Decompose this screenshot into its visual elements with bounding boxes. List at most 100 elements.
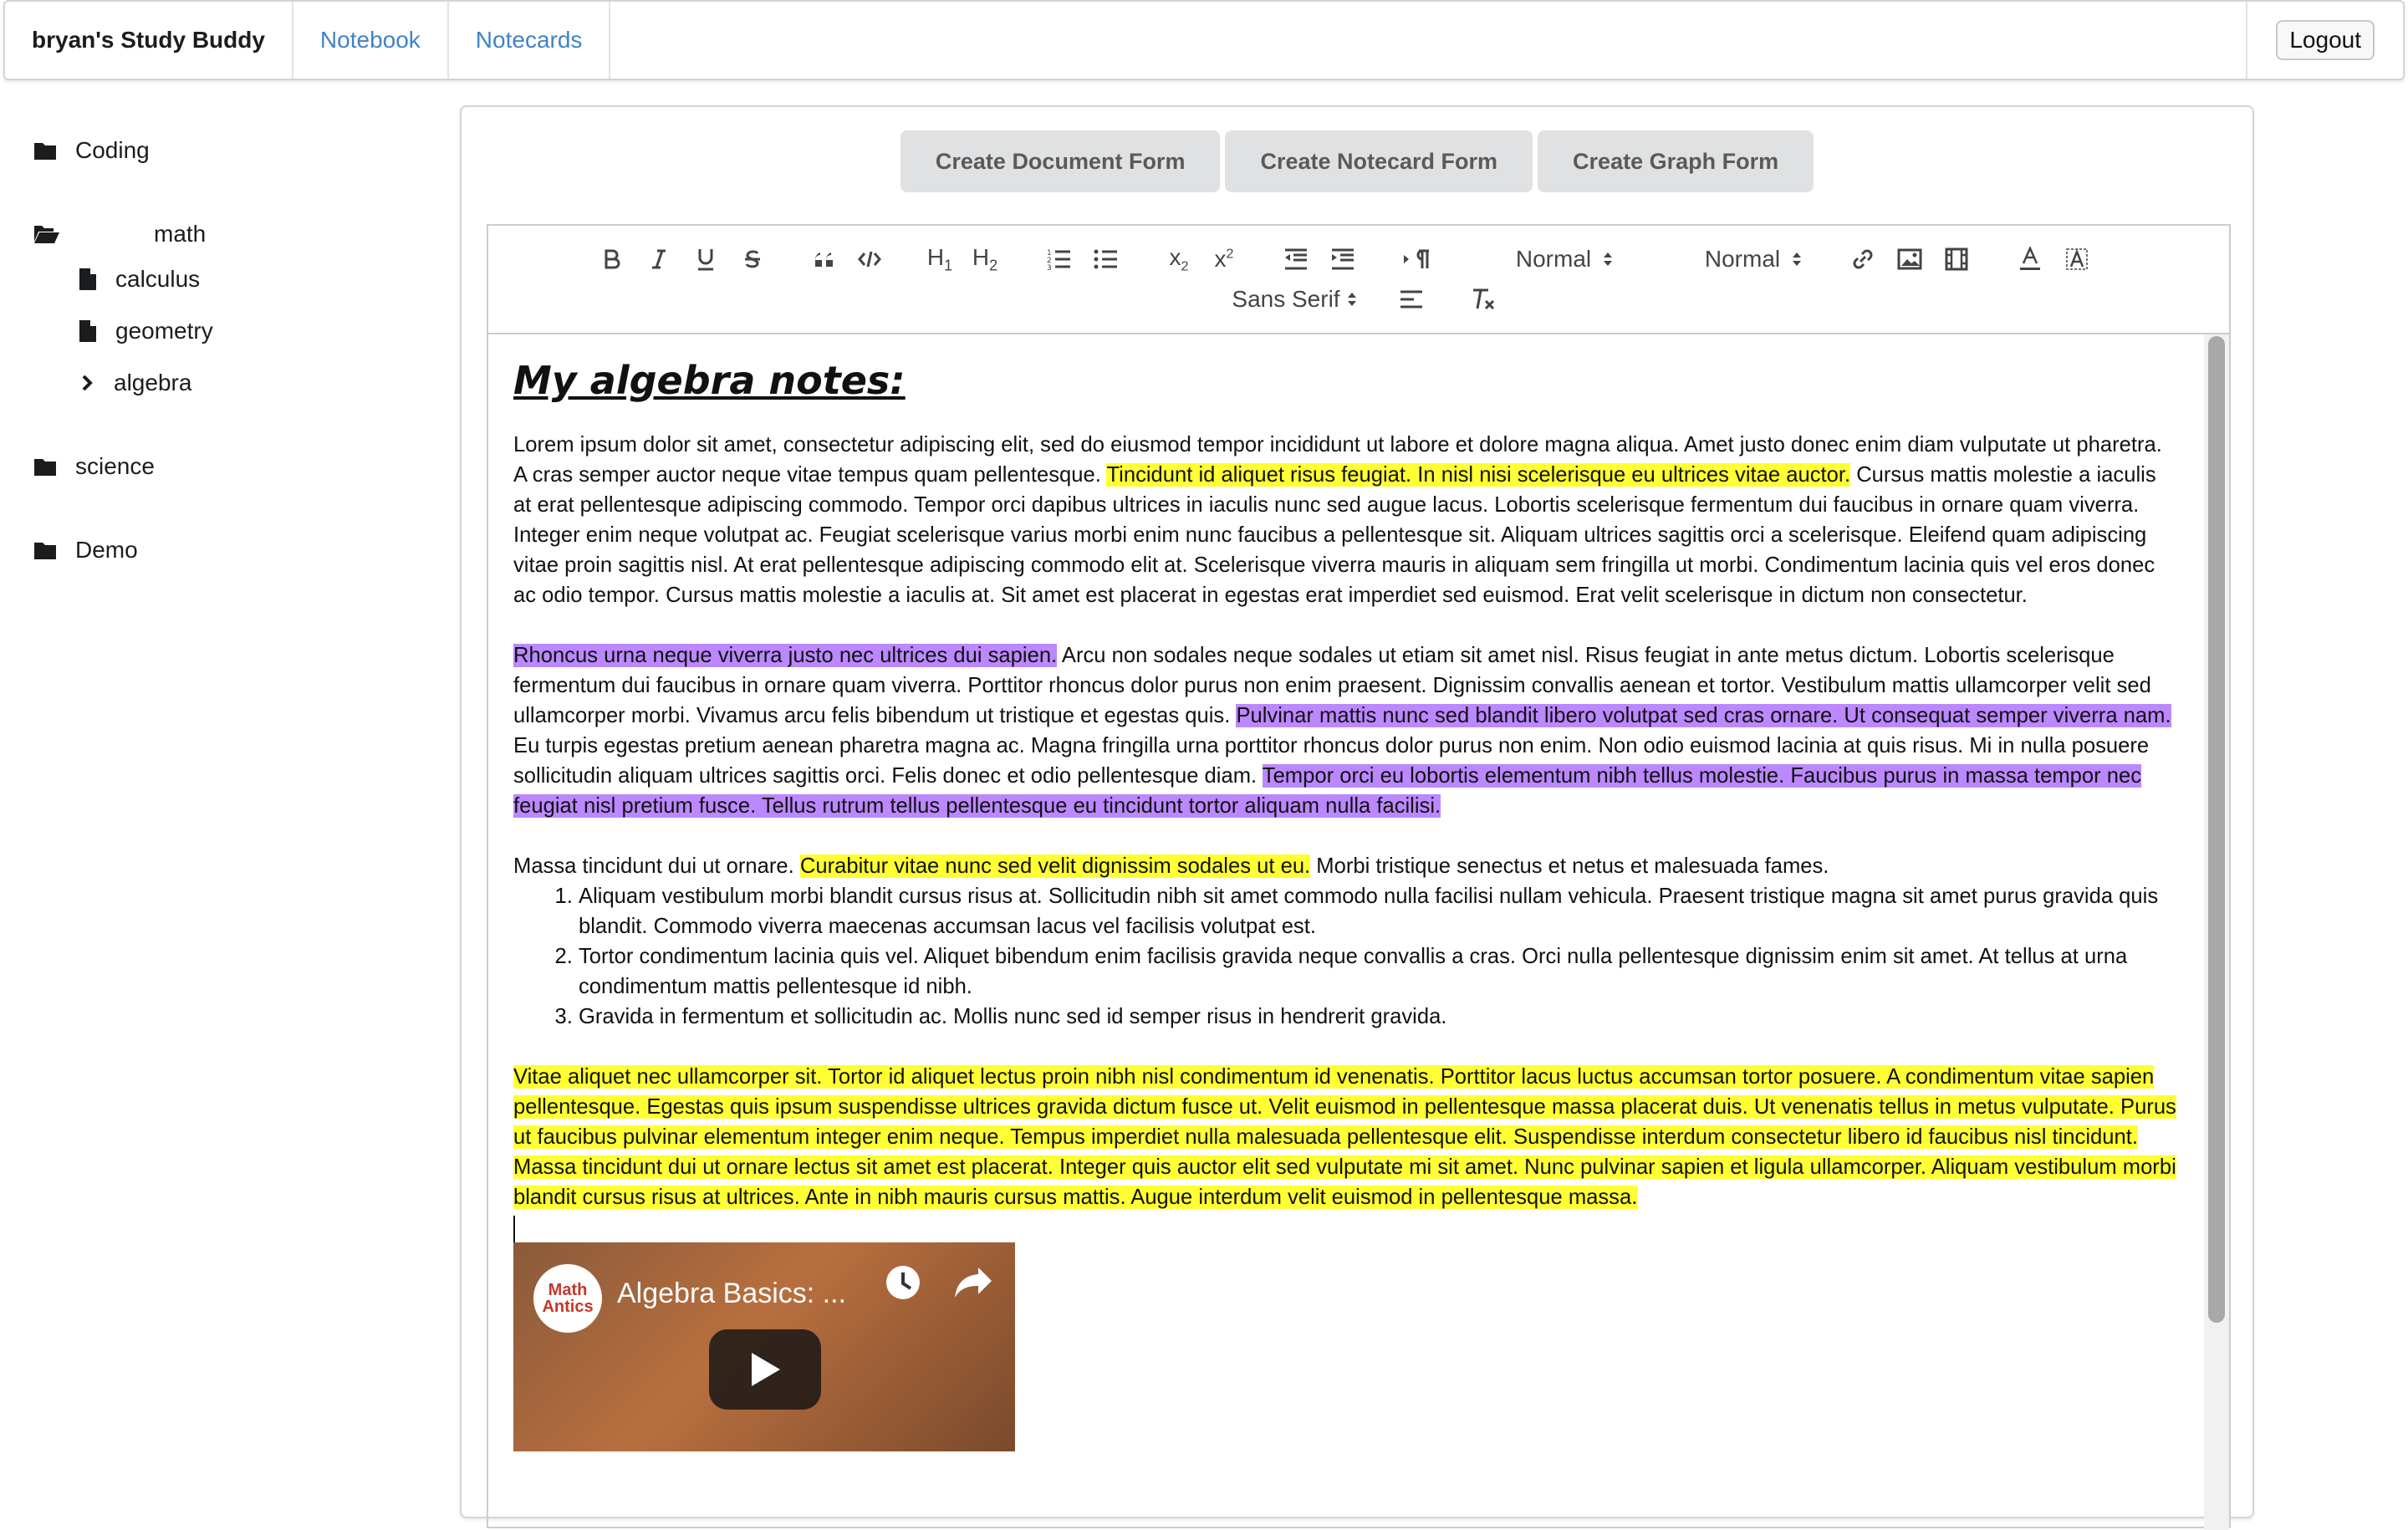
outdent-icon bbox=[1285, 248, 1307, 270]
text-direction-icon bbox=[1404, 249, 1429, 268]
indent-button[interactable] bbox=[1328, 244, 1358, 274]
document-title: My algebra notes: bbox=[513, 358, 906, 403]
background-color-button[interactable] bbox=[2062, 244, 2092, 274]
folder-icon bbox=[34, 543, 56, 559]
subscript-button[interactable]: x2 bbox=[1162, 244, 1196, 274]
nav-link-notecards[interactable]: Notecards bbox=[449, 2, 611, 79]
align-left-icon bbox=[1400, 290, 1422, 309]
file-label: geometry bbox=[115, 318, 213, 344]
paragraph-2: Rhoncus urna neque viverra justo nec ult… bbox=[513, 640, 2177, 821]
top-nav: bryan's Study Buddy Notebook Notecards L… bbox=[3, 0, 2405, 80]
video-button[interactable] bbox=[1941, 244, 1972, 274]
bullet-list-icon bbox=[1094, 249, 1117, 269]
ordered-list-button[interactable]: 123 bbox=[1043, 244, 1074, 274]
size-select[interactable]: Normal bbox=[1696, 244, 1813, 274]
bold-button[interactable] bbox=[597, 244, 627, 274]
editor-scrollbar[interactable] bbox=[2204, 334, 2229, 1530]
link-button[interactable] bbox=[1848, 244, 1878, 274]
clear-formatting-icon bbox=[1473, 288, 1495, 310]
folder-demo[interactable]: Demo bbox=[33, 537, 138, 564]
header-select-value: Normal bbox=[1515, 246, 1592, 272]
clear-formatting-button[interactable] bbox=[1468, 284, 1498, 314]
paragraph-3: Massa tincidunt dui ut ornare. Curabitur… bbox=[513, 851, 2177, 881]
outdent-button[interactable] bbox=[1281, 244, 1311, 274]
folder-math[interactable]: math bbox=[33, 221, 206, 247]
superscript-icon: x2 bbox=[1214, 246, 1234, 272]
text-run: Morbi tristique senectus et netus et mal… bbox=[1310, 854, 1829, 878]
header-select[interactable]: Normal bbox=[1507, 244, 1624, 274]
highlight-yellow: Curabitur vitae nunc sed velit dignissim… bbox=[799, 854, 1311, 878]
heading-2-button[interactable]: H2 bbox=[968, 244, 1002, 274]
folder-label: math bbox=[154, 221, 207, 247]
font-select[interactable]: Sans Serif bbox=[1224, 284, 1366, 314]
blockquote-button[interactable] bbox=[809, 244, 839, 274]
highlight-purple: Pulvinar mattis nunc sed blandit libero … bbox=[1236, 704, 2171, 727]
image-button[interactable] bbox=[1895, 244, 1925, 274]
bold-icon bbox=[605, 249, 620, 269]
heading-1-icon: H1 bbox=[926, 243, 953, 274]
folder-icon bbox=[34, 459, 56, 476]
text-cursor bbox=[513, 1216, 515, 1242]
bullet-list-button[interactable] bbox=[1090, 244, 1120, 274]
create-graph-form-button[interactable]: Create Graph Form bbox=[1538, 130, 1814, 192]
play-button[interactable] bbox=[709, 1329, 821, 1410]
italic-button[interactable] bbox=[644, 244, 674, 274]
channel-logo: Math Antics bbox=[533, 1264, 602, 1333]
heading-2-icon: H2 bbox=[972, 243, 998, 274]
nav-link-notebook[interactable]: Notebook bbox=[293, 2, 449, 79]
form-button-group: Create Document Form Create Notecard For… bbox=[462, 130, 2252, 192]
list-item: Aliquam vestibulum morbi blandit cursus … bbox=[579, 881, 2177, 941]
text-direction-button[interactable] bbox=[1400, 244, 1433, 274]
strike-button[interactable] bbox=[737, 244, 768, 274]
folder-icon bbox=[34, 143, 56, 160]
text-color-icon bbox=[2020, 247, 2040, 270]
italic-icon bbox=[652, 249, 666, 269]
file-icon bbox=[79, 268, 96, 290]
scrollbar-thumb[interactable] bbox=[2208, 336, 2225, 1323]
file-calculus[interactable]: calculus bbox=[79, 266, 200, 293]
file-icon bbox=[79, 320, 96, 342]
folder-label: Coding bbox=[75, 137, 150, 163]
highlight-yellow: Tincidunt id aliquet risus feugiat. In n… bbox=[1106, 463, 1851, 487]
font-select-value: Sans Serif bbox=[1232, 286, 1340, 312]
film-icon bbox=[1945, 247, 1968, 271]
file-geometry[interactable]: geometry bbox=[79, 318, 213, 344]
underline-icon bbox=[698, 249, 713, 271]
superscript-button[interactable]: x2 bbox=[1207, 244, 1241, 274]
folder-label: Demo bbox=[75, 537, 138, 563]
subscript-icon: x2 bbox=[1169, 243, 1189, 274]
logout-button[interactable]: Logout bbox=[2276, 20, 2375, 60]
paragraph-1: Lorem ipsum dolor sit amet, consectetur … bbox=[513, 430, 2177, 610]
heading-1-button[interactable]: H1 bbox=[923, 244, 957, 274]
chevron-right-icon bbox=[82, 375, 93, 391]
share-icon[interactable] bbox=[953, 1264, 995, 1301]
code-block-button[interactable] bbox=[855, 244, 885, 274]
video-title[interactable]: Algebra Basics: ... bbox=[617, 1278, 846, 1310]
paragraph-4: Vitae aliquet nec ullamcorper sit. Torto… bbox=[513, 1062, 2177, 1212]
folder-open-icon bbox=[34, 226, 59, 243]
align-button[interactable] bbox=[1396, 284, 1426, 314]
code-icon bbox=[858, 251, 881, 268]
folder-coding[interactable]: Coding bbox=[33, 137, 150, 164]
strikethrough-icon bbox=[745, 250, 760, 268]
select-arrows-icon bbox=[1604, 252, 1613, 266]
ordered-list-icon: 123 bbox=[1047, 249, 1070, 271]
brand-title[interactable]: bryan's Study Buddy bbox=[5, 2, 293, 79]
clock-icon[interactable] bbox=[881, 1261, 925, 1304]
editor-content[interactable]: My algebra notes: Lorem ipsum dolor sit … bbox=[488, 334, 2206, 1530]
rich-text-editor: H1 H2 123 x2 x2 Normal Normal Sans Serif… bbox=[487, 224, 2231, 1530]
folder-science[interactable]: science bbox=[33, 453, 155, 480]
sidebar: Coding math calculus geometry algebra sc… bbox=[0, 80, 452, 1502]
background-color-icon bbox=[2066, 248, 2088, 270]
file-label: calculus bbox=[115, 266, 201, 292]
underline-button[interactable] bbox=[691, 244, 721, 274]
embedded-video[interactable]: Math Antics Algebra Basics: ... bbox=[513, 1242, 1015, 1451]
file-label: algebra bbox=[114, 370, 192, 395]
item-algebra[interactable]: algebra bbox=[80, 370, 191, 396]
create-document-form-button[interactable]: Create Document Form bbox=[900, 130, 1221, 192]
create-notecard-form-button[interactable]: Create Notecard Form bbox=[1225, 130, 1533, 192]
text-color-button[interactable] bbox=[2015, 244, 2045, 274]
quote-icon bbox=[814, 252, 833, 267]
link-icon bbox=[1853, 249, 1873, 269]
list-item: Gravida in fermentum et sollicitudin ac.… bbox=[579, 1002, 2177, 1032]
